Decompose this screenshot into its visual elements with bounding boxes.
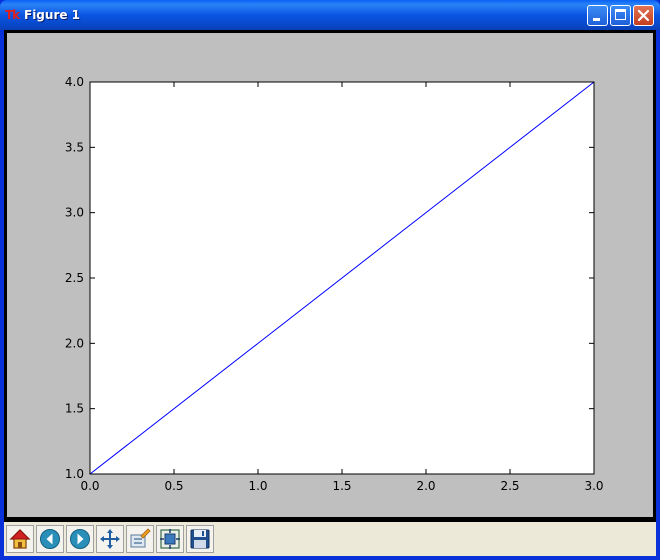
x-tick-label: 1.5 bbox=[332, 479, 351, 493]
figure-canvas-frame: 0.0 0.5 1.0 1.5 2.0 2.5 3.0 1.0 1.5 2.0 2.5 3.0 3.5 4… bbox=[4, 30, 656, 520]
home-icon bbox=[9, 529, 31, 549]
minimize-icon bbox=[593, 18, 600, 21]
minimize-button[interactable] bbox=[587, 5, 608, 26]
tk-app-icon: Tk bbox=[5, 8, 20, 22]
title-bar[interactable]: Tk Figure 1 bbox=[0, 0, 660, 30]
y-tick-label: 3.5 bbox=[65, 140, 84, 154]
zoom-rect-icon bbox=[130, 528, 151, 548]
subplots-config-icon bbox=[160, 529, 180, 549]
forward-arrow-icon bbox=[70, 529, 90, 549]
x-tick-label: 2.5 bbox=[500, 479, 519, 493]
pan-move-icon bbox=[100, 529, 120, 549]
zoom-button[interactable] bbox=[126, 525, 154, 553]
figure-canvas[interactable]: 0.0 0.5 1.0 1.5 2.0 2.5 3.0 1.0 1.5 2.0 2.5 3.0 3.5 4… bbox=[10, 36, 650, 516]
y-tick-label: 3.0 bbox=[65, 206, 84, 220]
y-tick-label: 4.0 bbox=[65, 75, 84, 89]
y-tick-label: 1.5 bbox=[65, 402, 84, 416]
window-client-area: 0.0 0.5 1.0 1.5 2.0 2.5 3.0 1.0 1.5 2.0 2.5 3.0 3.5 4… bbox=[4, 30, 656, 556]
forward-button[interactable] bbox=[66, 525, 94, 553]
home-button[interactable] bbox=[6, 525, 34, 553]
close-icon bbox=[637, 9, 650, 22]
x-tick-label: 0.0 bbox=[80, 479, 99, 493]
pan-button[interactable] bbox=[96, 525, 124, 553]
back-arrow-icon bbox=[40, 529, 60, 549]
x-tick-label: 2.0 bbox=[416, 479, 435, 493]
save-button[interactable] bbox=[186, 525, 214, 553]
y-tick-label: 1.0 bbox=[65, 467, 84, 481]
save-floppy-icon bbox=[190, 529, 210, 549]
y-tick-label: 2.5 bbox=[65, 271, 84, 285]
y-tick-label: 2.0 bbox=[65, 336, 84, 350]
back-button[interactable] bbox=[36, 525, 64, 553]
subplots-button[interactable] bbox=[156, 525, 184, 553]
line-chart: 0.0 0.5 1.0 1.5 2.0 2.5 3.0 1.0 1.5 2.0 2.5 3.0 3.5 4… bbox=[65, 75, 604, 493]
maximize-icon bbox=[615, 9, 626, 20]
x-tick-label: 0.5 bbox=[164, 479, 183, 493]
x-tick-label: 3.0 bbox=[584, 479, 603, 493]
maximize-button[interactable] bbox=[610, 5, 631, 26]
close-button[interactable] bbox=[633, 5, 654, 26]
x-tick-label: 1.0 bbox=[248, 479, 267, 493]
figure-window: Tk Figure 1 0.0 0.5 1.0 1.5 2.0 2.5 3.0 1.0 1.5 2… bbox=[0, 0, 660, 560]
window-title: Figure 1 bbox=[24, 8, 81, 22]
navigation-toolbar bbox=[4, 520, 656, 556]
